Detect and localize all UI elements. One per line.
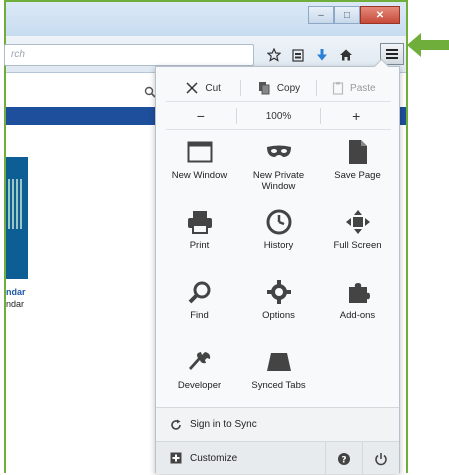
search-input[interactable]: rch xyxy=(4,44,254,66)
copy-button[interactable]: Copy xyxy=(241,77,315,99)
item-label: Save Page xyxy=(334,170,381,181)
quit-button[interactable] xyxy=(362,442,399,475)
window-controls: – □ ✕ xyxy=(308,6,400,24)
zoom-in-button[interactable]: + xyxy=(321,108,391,124)
sync-label: Sign in to Sync xyxy=(190,419,257,430)
firefox-menu-panel: Cut Copy Paste − 100% + New Window New P… xyxy=(155,58,400,475)
footer-buttons: ? xyxy=(325,442,399,475)
full-screen-button[interactable]: Full Screen xyxy=(318,207,397,265)
bookmarks-menu-icon[interactable] xyxy=(288,45,308,65)
zoom-controls: − 100% + xyxy=(166,105,391,127)
minimize-button[interactable]: – xyxy=(308,6,334,24)
cut-label: Cut xyxy=(205,82,221,94)
copy-label: Copy xyxy=(276,82,301,94)
scissors-icon xyxy=(186,82,198,94)
item-label: Add-ons xyxy=(339,310,376,321)
fullscreen-icon xyxy=(343,207,373,237)
window-icon xyxy=(185,137,215,167)
bookmark-star-icon[interactable] xyxy=(264,45,284,65)
copy-icon xyxy=(258,82,270,95)
page-icon xyxy=(343,137,373,167)
magnifier-icon xyxy=(185,277,215,307)
wrench-icon xyxy=(185,347,215,377)
synced-tabs-button[interactable]: Synced Tabs xyxy=(239,347,318,405)
help-icon: ? xyxy=(338,452,350,465)
zoom-out-button[interactable]: − xyxy=(166,108,236,124)
options-button[interactable]: Options xyxy=(239,277,318,335)
new-window-button[interactable]: New Window xyxy=(160,137,239,195)
save-page-button[interactable]: Save Page xyxy=(318,137,397,195)
item-label: Developer xyxy=(177,380,222,391)
paste-label: Paste xyxy=(350,82,376,94)
mask-icon xyxy=(264,137,294,167)
synced-tabs-icon xyxy=(264,347,294,377)
page-thumbnail-image[interactable] xyxy=(6,157,28,279)
title-bar: – □ ✕ xyxy=(6,2,406,36)
item-label: Find xyxy=(190,310,209,321)
zoom-reset-button[interactable]: 100% xyxy=(237,111,321,122)
find-button[interactable]: Find xyxy=(160,277,239,335)
page-caption-text: ndar xyxy=(6,299,25,309)
home-icon[interactable] xyxy=(336,45,356,65)
history-button[interactable]: History xyxy=(239,207,318,265)
pointer-arrow-icon xyxy=(407,33,449,57)
customize-button[interactable]: Customize ? xyxy=(156,441,399,475)
maximize-button[interactable]: □ xyxy=(334,6,360,24)
item-label: New Private Window xyxy=(252,170,305,192)
item-label: New Window xyxy=(171,170,228,181)
toolbar-icons xyxy=(264,45,356,65)
sign-in-to-sync-button[interactable]: Sign in to Sync xyxy=(156,407,399,441)
printer-icon xyxy=(185,207,215,237)
add-ons-button[interactable]: Add-ons xyxy=(318,277,397,335)
close-button[interactable]: ✕ xyxy=(360,6,400,24)
hamburger-icon xyxy=(386,49,398,59)
sync-icon xyxy=(171,419,181,430)
item-label: Options xyxy=(262,310,295,321)
svg-text:?: ? xyxy=(341,455,346,465)
developer-button[interactable]: Developer xyxy=(160,347,239,405)
menu-items-grid: New Window New Private Window Save Page … xyxy=(160,137,397,405)
cut-button[interactable]: Cut xyxy=(166,77,240,99)
page-link-text[interactable]: ndar xyxy=(6,287,26,297)
power-icon xyxy=(375,452,387,465)
paste-button[interactable]: Paste xyxy=(317,77,391,99)
help-button[interactable]: ? xyxy=(325,442,362,475)
item-label: History xyxy=(263,240,294,251)
downloads-icon[interactable] xyxy=(312,45,332,65)
clock-icon xyxy=(264,207,294,237)
clipboard-icon xyxy=(332,82,344,95)
item-label: Synced Tabs xyxy=(251,380,306,391)
customize-label: Customize xyxy=(190,452,238,464)
gear-icon xyxy=(264,277,294,307)
item-label: Full Screen xyxy=(333,240,382,251)
puzzle-icon xyxy=(343,277,373,307)
item-label: Print xyxy=(189,240,210,251)
edit-controls: Cut Copy Paste xyxy=(166,77,391,99)
new-private-window-button[interactable]: New Private Window xyxy=(239,137,318,195)
print-button[interactable]: Print xyxy=(160,207,239,265)
plus-box-icon xyxy=(170,452,182,464)
